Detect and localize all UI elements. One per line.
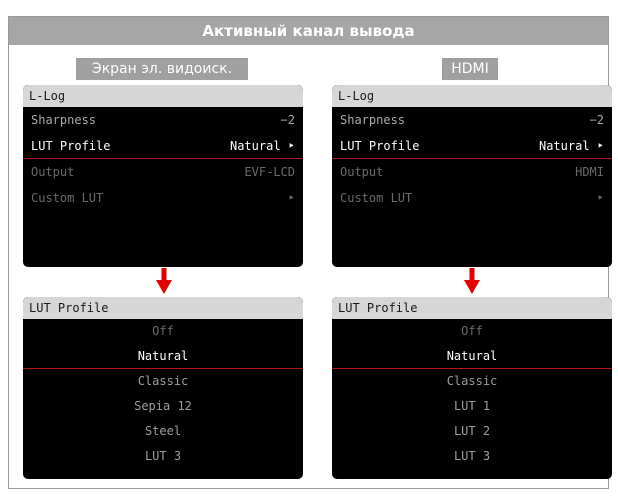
menu-item-value: Natural ‣ [229, 139, 295, 153]
menu-item-output[interactable]: Output HDMI [332, 159, 612, 185]
menu-item-label: Custom LUT [31, 191, 104, 205]
menu-item-output[interactable]: Output EVF-LCD [23, 159, 303, 185]
menu-header: L-Log [23, 85, 303, 107]
arrow-down-icon [156, 268, 172, 294]
menu-item-value: Natural ‣ [538, 139, 604, 153]
menu-item-label: Sharpness [340, 113, 406, 127]
list-item-lut-2[interactable]: LUT 2 [332, 419, 612, 444]
list-item-lut-3[interactable]: LUT 3 [332, 444, 612, 469]
menu-item-value: −2 [280, 113, 295, 127]
menu-item-lut-profile[interactable]: LUT Profile Natural ‣ [332, 133, 612, 159]
menu-item-label: LUT Profile [340, 139, 420, 153]
menu-item-value: ‣ [596, 191, 604, 205]
arrow-down-icon [464, 268, 480, 294]
menu-item-value: EVF-LCD [244, 165, 295, 179]
menu-item-custom-lut[interactable]: Custom LUT ‣ [332, 185, 612, 211]
menu-item-sharpness[interactable]: Sharpness −2 [332, 107, 612, 133]
menu-item-label: Custom LUT [340, 191, 413, 205]
menu-item-label: LUT Profile [31, 139, 111, 153]
list-item-lut-3[interactable]: LUT 3 [23, 444, 303, 469]
menu-item-value: HDMI [575, 165, 604, 179]
menu-item-label: Sharpness [31, 113, 97, 127]
list-header: LUT Profile [332, 297, 612, 319]
column-label-hdmi: HDMI [442, 58, 498, 80]
menu-header: L-Log [332, 85, 612, 107]
list-item-classic[interactable]: Classic [332, 369, 612, 394]
menu-item-sharpness[interactable]: Sharpness −2 [23, 107, 303, 133]
menu-item-custom-lut[interactable]: Custom LUT ‣ [23, 185, 303, 211]
list-item-natural[interactable]: Natural [23, 344, 303, 369]
list-item-lut-1[interactable]: LUT 1 [332, 394, 612, 419]
column-label-evf: Экран эл. видоиск. [76, 58, 248, 80]
menu-item-value: −2 [589, 113, 604, 127]
menu-item-label: Output [31, 165, 75, 179]
page-title: Активный канал вывода [9, 17, 608, 45]
list-header: LUT Profile [23, 297, 303, 319]
list-item-classic[interactable]: Classic [23, 369, 303, 394]
lut-profile-list-evf: LUT Profile Off Natural Classic Sepia 12… [23, 297, 303, 479]
list-item-steel[interactable]: Steel [23, 419, 303, 444]
list-item-off[interactable]: Off [332, 319, 612, 344]
menu-item-lut-profile[interactable]: LUT Profile Natural ‣ [23, 133, 303, 159]
lut-profile-list-hdmi: LUT Profile Off Natural Classic LUT 1 LU… [332, 297, 612, 479]
list-item-sepia-12[interactable]: Sepia 12 [23, 394, 303, 419]
menu-item-value: ‣ [287, 191, 295, 205]
list-item-natural[interactable]: Natural [332, 344, 612, 369]
menu-item-label: Output [340, 165, 384, 179]
camera-menu-evf: L-Log Sharpness −2 LUT Profile Natural ‣… [23, 85, 303, 267]
list-item-off[interactable]: Off [23, 319, 303, 344]
camera-menu-hdmi: L-Log Sharpness −2 LUT Profile Natural ‣… [332, 85, 612, 267]
